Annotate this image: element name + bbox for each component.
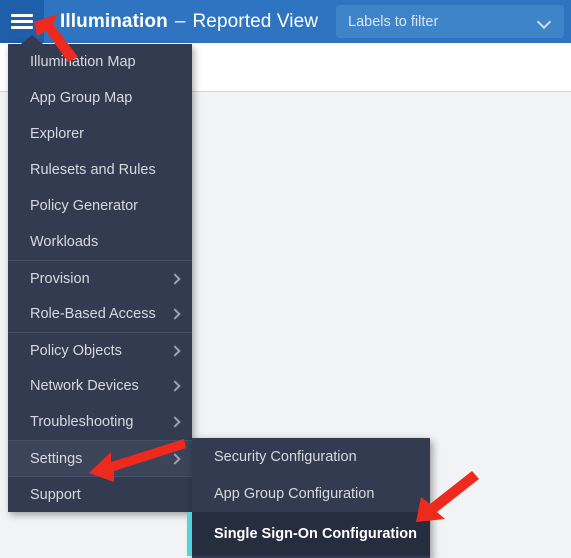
- submenu-item-label: App Group Configuration: [214, 485, 375, 502]
- menu-item-label: Policy Generator: [30, 198, 138, 214]
- menu-item-role-based-access[interactable]: Role-Based Access: [8, 296, 192, 332]
- submenu-item-label: Security Configuration: [214, 448, 357, 465]
- application-window: Illumination – Reported View Labels to f…: [0, 0, 571, 558]
- top-header-bar: Illumination – Reported View Labels to f…: [0, 0, 571, 43]
- menu-item-policy-generator[interactable]: Policy Generator: [8, 188, 192, 224]
- submenu-item-label: Single Sign-On Configuration: [214, 526, 417, 542]
- menu-caret-icon: [21, 35, 43, 44]
- brand-separator: –: [174, 10, 186, 32]
- submenu-item-security-configuration[interactable]: Security Configuration: [192, 438, 430, 475]
- labels-filter-input[interactable]: Labels to filter: [336, 5, 564, 38]
- brand-name: Illumination: [60, 10, 168, 32]
- page-title: Illumination – Reported View: [60, 11, 318, 33]
- hamburger-bar-2: [11, 20, 33, 23]
- menu-item-label: Settings: [30, 450, 83, 467]
- submenu-item-single-sign-on-configuration[interactable]: Single Sign-On Configuration: [187, 512, 430, 556]
- menu-item-label: Support: [30, 486, 81, 503]
- menu-item-rulesets-and-rules[interactable]: Rulesets and Rules: [8, 152, 192, 188]
- view-name: Reported View: [192, 10, 319, 32]
- menu-item-label: Troubleshooting: [30, 414, 134, 430]
- settings-submenu: Security Configuration App Group Configur…: [187, 438, 430, 558]
- menu-item-label: Role-Based Access: [30, 306, 156, 322]
- menu-item-network-devices[interactable]: Network Devices: [8, 368, 192, 404]
- chevron-right-icon: [170, 454, 180, 464]
- menu-item-explorer[interactable]: Explorer: [8, 116, 192, 152]
- chevron-right-icon: [170, 417, 180, 427]
- menu-item-policy-objects[interactable]: Policy Objects: [8, 332, 192, 368]
- hamburger-bar-3: [11, 26, 33, 29]
- menu-item-troubleshooting[interactable]: Troubleshooting: [8, 404, 192, 440]
- main-navigation-menu: Illumination Map App Group Map Explorer Rul…: [8, 35, 192, 512]
- menu-item-label: Rulesets and Rules: [30, 162, 156, 178]
- menu-item-label: Illumination Map: [30, 54, 136, 70]
- menu-item-provision[interactable]: Provision: [8, 260, 192, 296]
- menu-item-workloads[interactable]: Workloads: [8, 224, 192, 260]
- menu-item-label: Workloads: [30, 234, 99, 250]
- chevron-down-icon[interactable]: [539, 16, 550, 27]
- menu-item-label: Explorer: [30, 126, 84, 142]
- menu-item-settings[interactable]: Settings: [8, 440, 192, 476]
- chevron-right-icon: [170, 381, 180, 391]
- chevron-right-icon: [170, 274, 180, 284]
- menu-item-label: Provision: [30, 270, 90, 287]
- submenu-item-app-group-configuration[interactable]: App Group Configuration: [192, 475, 430, 512]
- chevron-right-icon: [170, 309, 180, 319]
- menu-item-app-group-map[interactable]: App Group Map: [8, 80, 192, 116]
- menu-item-label: Network Devices: [30, 378, 139, 394]
- chevron-right-icon: [170, 346, 180, 356]
- hamburger-bar-1: [11, 14, 33, 17]
- menu-item-label: Policy Objects: [30, 342, 122, 359]
- menu-item-label: App Group Map: [30, 90, 133, 106]
- menu-item-support[interactable]: Support: [8, 476, 192, 512]
- menu-item-illumination-map[interactable]: Illumination Map: [8, 44, 192, 80]
- labels-filter-placeholder: Labels to filter: [348, 13, 439, 30]
